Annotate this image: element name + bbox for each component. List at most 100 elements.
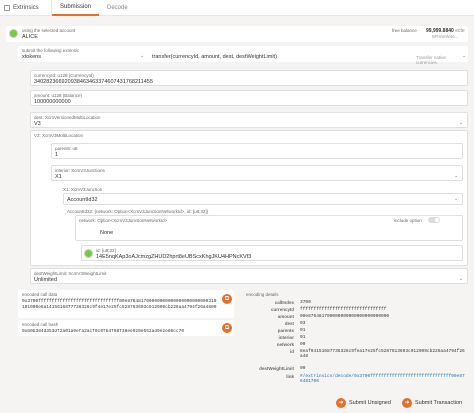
detail-row: network 00	[240, 342, 466, 347]
x1-select[interactable]: AccountId32 ⌄	[63, 193, 463, 205]
account-name: ALICE	[22, 34, 38, 40]
detail-row: link #/extrinsics/decode/0x3700ffffffffff…	[240, 374, 466, 384]
encoding-details: encoding details callIndex 3700 currencyI…	[240, 290, 468, 390]
details-label: encoding details	[246, 292, 279, 297]
copy-icon[interactable]: ⧉	[222, 294, 232, 304]
details-link[interactable]: #/extrinsics/decode/0x3700ffffffffffffff…	[300, 374, 466, 384]
network-value: None	[100, 230, 114, 236]
account-label: using the selected account	[22, 28, 76, 33]
x1-label: X1: XcmV3Junction	[63, 187, 103, 192]
chevron-down-icon: ⌄	[459, 120, 464, 126]
x1-value: AccountId32	[67, 197, 98, 203]
detail-value: 00e876481700000000000000000000000	[300, 314, 390, 319]
detail-value: 01	[300, 335, 306, 340]
extrinsics-icon	[4, 4, 10, 11]
detail-row: callIndex 3700	[240, 300, 466, 305]
network-field: network: Option<XcmV3JunctionNetworkId> …	[75, 215, 463, 241]
extrinsic-selector: submit the following extrinsic xtokens ⌄…	[18, 46, 468, 65]
tab-decode[interactable]: Decode	[99, 0, 136, 16]
currencyId-value[interactable]: 340282366920938463463374607431768211455	[34, 79, 153, 85]
call-hint: Transfer native currencies.	[416, 55, 446, 65]
account-avatar	[9, 29, 18, 38]
include-option-label: include option	[394, 218, 422, 223]
currencyId-label: currencyId: u128 (CurrencyId)	[34, 73, 94, 78]
chevron-down-icon: ⌄	[459, 276, 464, 282]
detail-value: 01	[300, 328, 306, 333]
detail-row: id 8eaf04151687736326c9fea17e25fc52876136…	[240, 349, 466, 359]
id-value[interactable]: 14E5nqKAp3oAJcmzgZHUD2hprt8eUBScxKhgJKU4…	[96, 254, 251, 260]
detail-row: interior 01	[240, 335, 466, 340]
detail-row: dest 03	[240, 321, 466, 326]
detail-key: interior	[278, 335, 294, 340]
encoded-hash-label: encoded call hash	[22, 322, 59, 327]
interior-select[interactable]: interior: XcmV3Junctions X1 ⌄	[51, 165, 463, 181]
detail-value: 3700	[300, 300, 311, 305]
id-label: id: [u8;32]	[96, 248, 116, 253]
detail-row: destWeightLimit 00	[240, 366, 466, 371]
detail-row: currencyId ffffffffffffffffffffffffffffff…	[240, 307, 466, 312]
chevron-down-icon: ⌄	[140, 53, 145, 59]
v3-label: V3: XcmV3MultiLocation	[34, 133, 84, 138]
detail-value: 03	[300, 321, 306, 326]
detail-key: id	[290, 349, 294, 354]
dest-select[interactable]: dest: XcmVersionedMultiLocation V3 ⌄	[30, 112, 468, 128]
detail-key: callIndex	[274, 300, 294, 305]
detail-key: network	[276, 342, 294, 347]
detail-value: 00	[300, 342, 306, 347]
encoded-data-value: 0x3700ffffffffffffffffffffffffffffff00e8…	[22, 299, 217, 310]
encoded-data-label: encoded call data	[22, 292, 58, 297]
amount-label: amount: u128 (Balance)	[34, 93, 83, 98]
chevron-down-icon: ⌄	[462, 53, 467, 59]
dest-value: V3	[34, 121, 41, 127]
sign-in-icon: ➜	[336, 397, 346, 408]
submit-unsigned-button[interactable]: ➜ Submit Unsigned	[336, 396, 391, 409]
encoded-data-block: encoded call data 0x3700ffffffffffffffff…	[18, 290, 234, 318]
encoded-hash-value: 0xb0b384d353df2a01a9efa2acf0c0fb4f68f38e…	[22, 329, 185, 334]
tab-submission[interactable]: Submission	[52, 0, 100, 16]
detail-row: parents 01	[240, 328, 466, 333]
copy-icon[interactable]: ⧉	[222, 323, 232, 333]
interior-value: X1	[55, 174, 62, 180]
destWeight-select[interactable]: destWeightLimit: XcmV3WeightLimit Unlimi…	[30, 268, 468, 284]
submit-unsigned-label: Submit Unsigned	[349, 399, 391, 406]
detail-key: currencyId	[270, 307, 294, 312]
detail-key: destWeightLimit	[259, 366, 294, 371]
amount-value[interactable]: 100000000000	[34, 99, 71, 105]
include-option-toggle[interactable]	[428, 217, 440, 223]
network-label: network: Option<XcmV3JunctionNetworkId>	[79, 218, 168, 223]
interior-label: interior: XcmV3Junctions	[55, 168, 105, 173]
detail-value: 8eaf04151687736326c9fea17e25fc5287613693…	[300, 349, 465, 359]
amount-field[interactable]: amount: u128 (Balance) 100000000000	[30, 90, 468, 106]
app-title: Extrinsics	[0, 0, 52, 16]
parents-label: parents: u8	[55, 146, 78, 151]
parents-value[interactable]: 1	[55, 152, 58, 158]
detail-row: amount 00e876481700000000000000000000000	[240, 314, 466, 319]
dest-label: dest: XcmVersionedMultiLocation	[34, 115, 101, 120]
account-address: 5FHneW46...	[432, 34, 459, 39]
chevron-down-icon: ⌄	[454, 196, 459, 202]
destWeight-label: destWeightLimit: XcmV3WeightLimit	[34, 271, 107, 276]
app-name: Extrinsics	[13, 4, 39, 11]
submit-transaction-button[interactable]: ➜ Submit Transaction	[402, 396, 462, 409]
accountId32-label: AccountId32: {network: Option<XcmV3Junct…	[67, 209, 209, 214]
detail-key: parents	[277, 328, 294, 333]
module-select[interactable]: xtokens	[22, 54, 122, 60]
call-select[interactable]: transfer(currencyId, amount, dest, destW…	[152, 54, 277, 60]
sign-in-icon: ➜	[402, 397, 412, 408]
detail-key: amount	[277, 314, 294, 319]
extrinsic-label: submit the following extrinsic	[22, 48, 80, 53]
detail-value: 00	[300, 366, 306, 371]
currencyId-field[interactable]: currencyId: u128 (CurrencyId) 3402823669…	[30, 70, 468, 86]
encoded-hash-block: encoded call hash 0xb0b384d353df2a01a9ef…	[18, 320, 234, 336]
detail-key: dest	[284, 321, 294, 326]
balance-label: free balance	[392, 28, 417, 33]
chevron-down-icon: ⌄	[454, 173, 459, 179]
destWeight-value: Unlimited	[34, 277, 57, 283]
detail-key: link	[286, 374, 294, 379]
id-avatar	[84, 249, 93, 258]
id-field[interactable]: id: [u8;32] 14E5nqKAp3oAJcmzgZHUD2hprt8e…	[81, 245, 463, 261]
account-selector[interactable]: using the selected account ALICE free ba…	[6, 26, 468, 42]
parents-field[interactable]: parents: u8 1	[51, 143, 463, 159]
x1-block: X1: XcmV3Junction AccountId32 ⌄ AccountI…	[51, 185, 463, 265]
v3-block: V3: XcmV3MultiLocation parents: u8 1 int…	[30, 130, 468, 266]
